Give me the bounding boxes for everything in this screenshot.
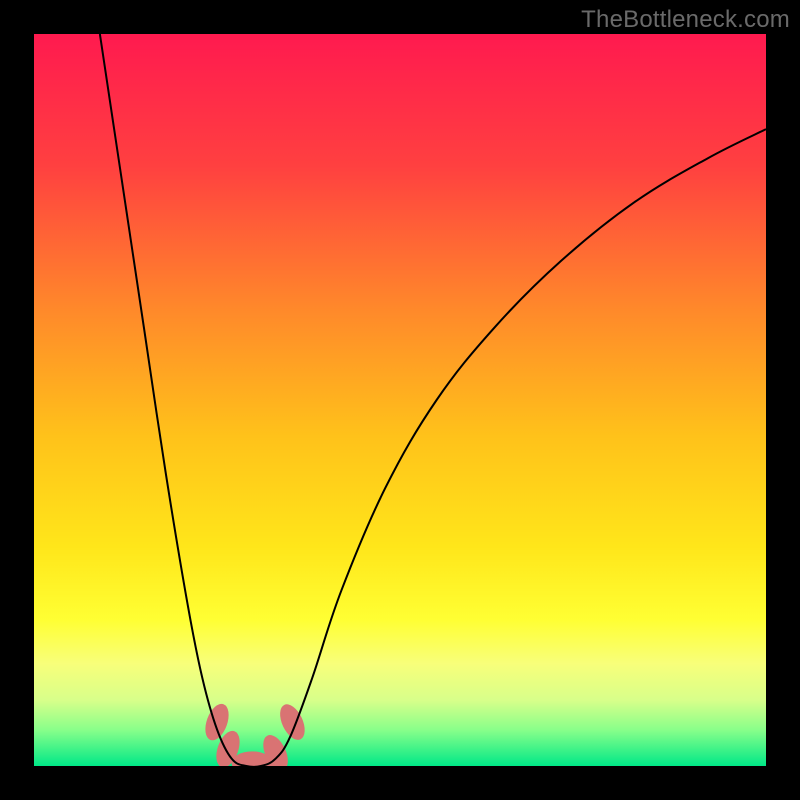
plot-area <box>34 34 766 766</box>
watermark-label: TheBottleneck.com <box>581 6 790 34</box>
bottleneck-curve <box>100 34 766 766</box>
chart-frame: TheBottleneck.com <box>0 0 800 800</box>
curve-layer <box>34 34 766 766</box>
highlight-markers <box>201 701 310 766</box>
highlight-right-b <box>275 701 310 744</box>
